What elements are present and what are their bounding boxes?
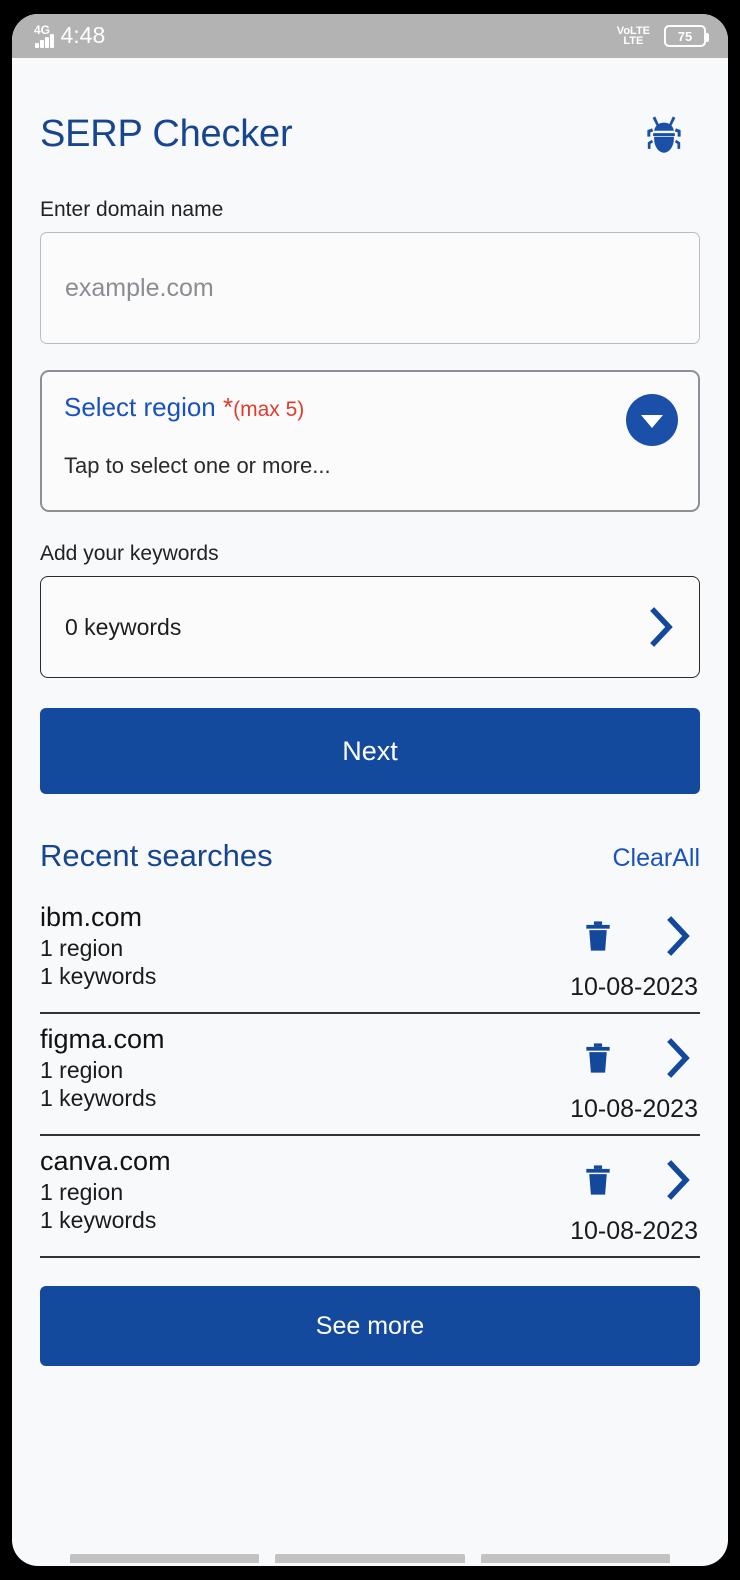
bug-icon — [647, 116, 681, 153]
volte-icon: VoLTE LTE — [617, 26, 650, 47]
chevron-right-icon — [650, 607, 673, 647]
region-title-text: Select region — [64, 392, 223, 422]
app-header: SERP Checker — [40, 58, 700, 168]
recent-searches-title: Recent searches — [40, 838, 273, 873]
battery-icon: 75 — [664, 25, 709, 47]
region-selector[interactable]: Select region *(max 5) Tap to select one… — [40, 370, 700, 512]
chevron-right-icon[interactable] — [664, 1158, 694, 1202]
battery-level-label: 75 — [677, 28, 693, 44]
page-title: SERP Checker — [40, 112, 293, 155]
next-button[interactable]: Next — [40, 708, 700, 794]
table-row[interactable]: canva.com 1 region 1 keywords 10-08-2023 — [40, 1136, 700, 1258]
signal-icon: 4G — [34, 24, 54, 48]
domain-field-label: Enter domain name — [40, 198, 224, 221]
chevron-right-icon[interactable] — [664, 914, 694, 958]
domain-input-placeholder: example.com — [65, 273, 214, 302]
region-selector-hint: Tap to select one or more... — [64, 453, 331, 478]
nav-segment-recents[interactable] — [480, 1554, 670, 1563]
network-type-label: 4G — [34, 23, 51, 37]
keywords-count-value: 0 keywords — [65, 613, 182, 640]
chevron-down-icon[interactable] — [626, 394, 678, 446]
table-row[interactable]: figma.com 1 region 1 keywords 10-08-2023 — [40, 1014, 700, 1136]
system-navigation-bar — [12, 1548, 728, 1566]
chevron-right-icon[interactable] — [664, 1036, 694, 1080]
recent-item-actions — [584, 1036, 694, 1080]
see-more-button[interactable]: See more — [40, 1286, 700, 1366]
clear-all-button[interactable]: ClearAll — [612, 844, 700, 873]
recent-searches-header: Recent searches ClearAll — [40, 838, 700, 874]
status-bar-clock: 4:48 — [60, 22, 106, 48]
region-selector-title: Select region *(max 5) — [64, 392, 676, 423]
recent-item-date: 10-08-2023 — [570, 973, 698, 1001]
recent-searches-list: ibm.com 1 region 1 keywords 10-08-2023 f… — [40, 892, 700, 1258]
trash-icon[interactable] — [584, 919, 612, 953]
device-frame: 4G 4:48 VoLTE LTE 75 SERP Checker Enter … — [0, 0, 740, 1580]
volte-label-bottom: LTE — [623, 35, 644, 47]
phone-screen: 4G 4:48 VoLTE LTE 75 SERP Checker Enter … — [12, 14, 728, 1566]
keywords-selector[interactable]: 0 keywords — [40, 576, 700, 678]
region-max-note: (max 5) — [233, 398, 305, 421]
status-bar-left: 4G 4:48 — [34, 24, 105, 48]
nav-segment-back[interactable] — [70, 1554, 260, 1563]
recent-item-date: 10-08-2023 — [570, 1217, 698, 1245]
main-content: SERP Checker Enter domain name example.c… — [12, 58, 728, 1566]
recent-item-actions — [584, 1158, 694, 1202]
trash-icon[interactable] — [584, 1163, 612, 1197]
keywords-field-label: Add your keywords — [40, 542, 219, 565]
region-required-marker: * — [222, 392, 234, 422]
status-bar-right: VoLTE LTE 75 — [617, 25, 709, 47]
table-row[interactable]: ibm.com 1 region 1 keywords 10-08-2023 — [40, 892, 700, 1014]
status-bar: 4G 4:48 VoLTE LTE 75 — [12, 14, 728, 58]
nav-segment-home[interactable] — [275, 1554, 465, 1563]
recent-item-actions — [584, 914, 694, 958]
see-more-wrapper: See more — [40, 1286, 700, 1366]
domain-input[interactable]: example.com — [40, 232, 700, 344]
recent-item-date: 10-08-2023 — [570, 1095, 698, 1123]
trash-icon[interactable] — [584, 1041, 612, 1075]
caret-shape — [641, 414, 663, 428]
